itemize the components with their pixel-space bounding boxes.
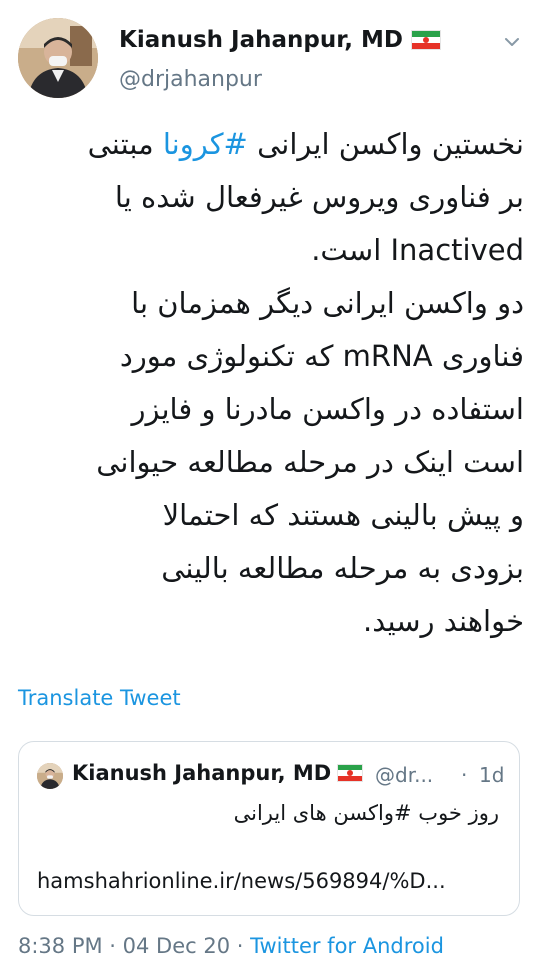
tweet-text-line: بر فناوری ویروس غیرفعال شده یا	[114, 180, 524, 214]
translate-tweet-link[interactable]: Translate Tweet	[18, 686, 181, 710]
author-name-text: Kianush Jahanpur, MD	[119, 27, 403, 53]
tweet-text-line: است اینک در مرحله مطالعه حیوانی	[96, 445, 524, 479]
tweet-text-line: بزودی به مرحله مطالعه بالینی	[161, 551, 524, 585]
quoted-timestamp: 1d	[479, 763, 505, 787]
quoted-tweet-card[interactable]: Kianush Jahanpur, MD @dr... · 1d روز خوب…	[18, 741, 520, 916]
tweet-text-line: نخستین واکسن ایرانی	[247, 127, 524, 161]
chevron-down-icon[interactable]	[501, 31, 523, 53]
quoted-tweet-link[interactable]: hamshahrionline.ir/news/569894/%D...	[37, 869, 446, 893]
author-avatar[interactable]	[18, 18, 98, 98]
tweet-time[interactable]: 8:38 PM	[18, 934, 103, 958]
iran-flag-icon	[337, 764, 364, 782]
quoted-author-name-text: Kianush Jahanpur, MD	[72, 761, 332, 785]
tweet-text-line: فناوری mRNA که تکنولوژی مورد	[119, 339, 524, 373]
author-display-name[interactable]: Kianush Jahanpur, MD	[119, 27, 441, 53]
avatar-photo	[18, 18, 98, 98]
quoted-author-name: Kianush Jahanpur, MD	[72, 761, 364, 785]
tweet-text-line: مبتنی	[87, 127, 163, 161]
tweet-header: Kianush Jahanpur, MD @drjahanpur	[0, 0, 540, 115]
tweet-date[interactable]: 04 Dec 20	[123, 934, 230, 958]
tweet-body: نخستین واکسن ایرانی #کرونا مبتنی بر فناو…	[18, 118, 524, 648]
quoted-tweet-text: روز خوب #واکسن های ایرانی	[233, 801, 499, 825]
separator-dot: ·	[102, 934, 123, 958]
tweet-text-line: و پیش بالینی هستند که احتمالا	[162, 498, 524, 532]
quoted-author-handle: @dr...	[375, 763, 434, 787]
avatar-photo	[37, 763, 63, 789]
author-handle[interactable]: @drjahanpur	[119, 67, 262, 92]
tweet-text-line: Inactived است.	[311, 233, 524, 267]
tweet-text-line: خواهند رسید.	[363, 604, 524, 638]
separator-dot: ·	[461, 763, 468, 787]
tweet-source-link[interactable]: Twitter for Android	[250, 934, 444, 958]
quoted-author-avatar	[37, 763, 63, 789]
tweet-metadata: 8:38 PM · 04 Dec 20 · Twitter for Androi…	[18, 934, 444, 958]
iran-flag-icon	[410, 30, 441, 50]
tweet-text-line: دو واکسن ایرانی دیگر همزمان با	[131, 286, 524, 320]
separator-dot: ·	[230, 934, 251, 958]
tweet-text-line: استفاده در واکسن مادرنا و فایزر	[131, 392, 524, 426]
hashtag-corona-link[interactable]: #کرونا	[163, 127, 248, 161]
